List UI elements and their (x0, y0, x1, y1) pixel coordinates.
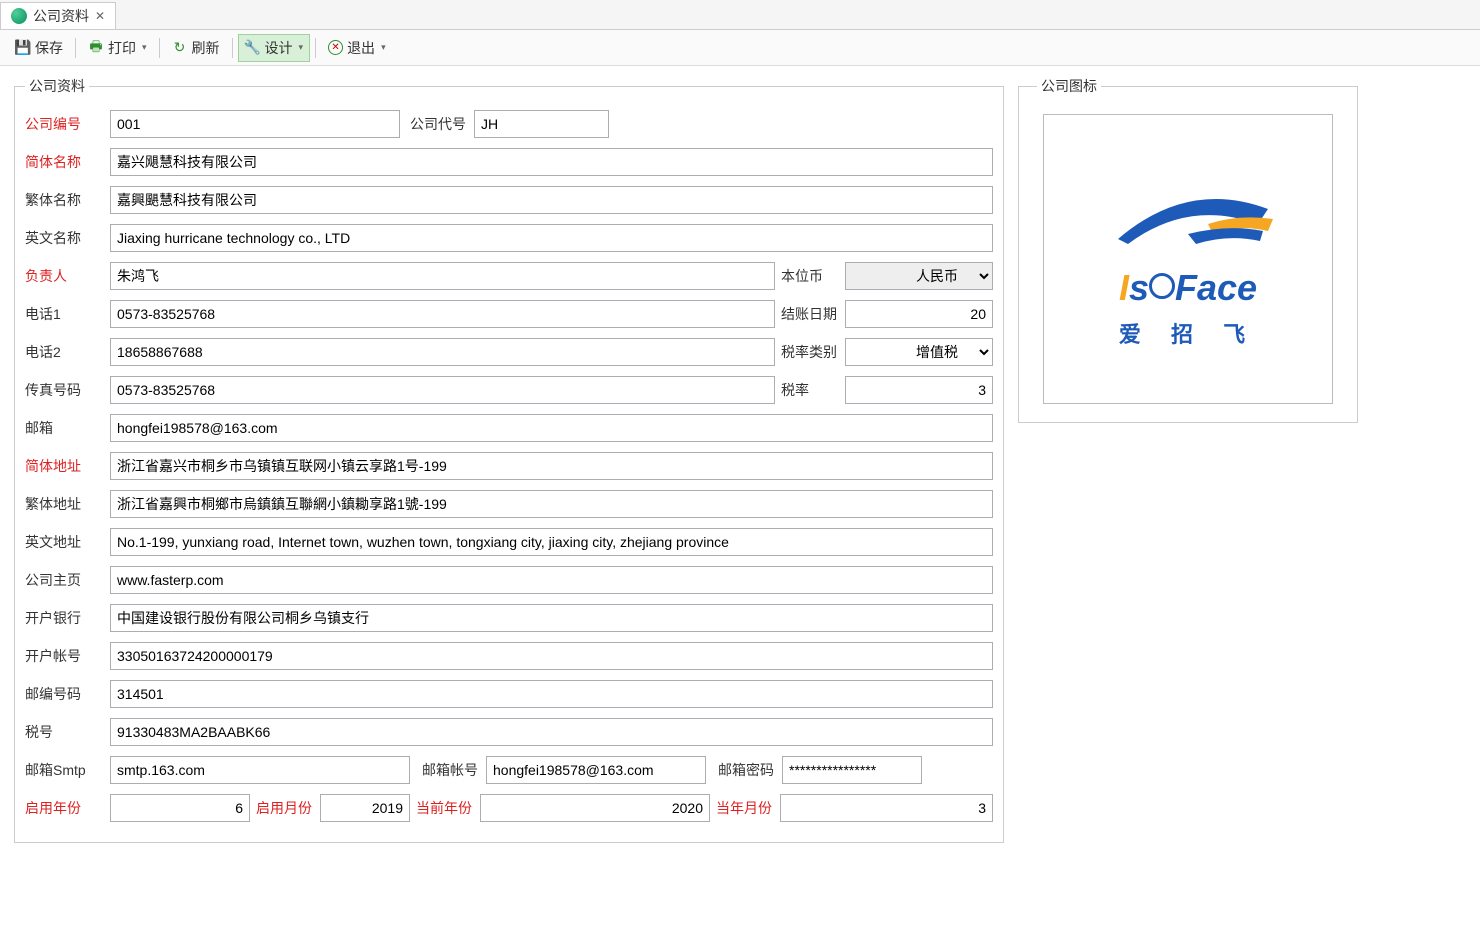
tab-bar: 公司资料 ✕ (0, 0, 1480, 30)
label-name-simp: 简体名称 (25, 152, 110, 172)
label-email-account: 邮箱帐号 (416, 760, 486, 780)
group-right-legend: 公司图标 (1037, 76, 1101, 96)
label-account: 开户帐号 (25, 646, 110, 666)
label-smtp: 邮箱Smtp (25, 760, 110, 780)
label-postcode: 邮编号码 (25, 684, 110, 704)
company-logo[interactable]: IsFace 爱 招 飞 (1043, 114, 1333, 404)
refresh-icon: ↻ (172, 40, 188, 56)
label-company-no: 公司编号 (25, 114, 110, 134)
label-tax-category: 税率类别 (775, 342, 845, 362)
label-email: 邮箱 (25, 418, 110, 438)
label-base-currency: 本位币 (775, 266, 845, 286)
phone2-input[interactable] (110, 338, 775, 366)
chevron-down-icon: ▾ (299, 42, 304, 53)
label-addr-trad: 繁体地址 (25, 494, 110, 514)
current-month-input[interactable] (780, 794, 993, 822)
email-input[interactable] (110, 414, 993, 442)
company-code-input[interactable] (474, 110, 609, 138)
tax-no-input[interactable] (110, 718, 993, 746)
label-current-month: 当年月份 (710, 798, 780, 818)
label-enable-month: 启用月份 (250, 798, 320, 818)
logo-sub-text: 爱 招 飞 (1119, 317, 1257, 349)
toolbar: 💾 保存 🖶 打印 ▾ ↻ 刷新 🔧 设计 ▾ ✕ 退出 ▾ (0, 30, 1480, 66)
tab-company-info[interactable]: 公司资料 ✕ (0, 2, 116, 29)
addr-en-input[interactable] (110, 528, 993, 556)
principal-input[interactable] (110, 262, 775, 290)
label-company-code: 公司代号 (404, 114, 474, 134)
name-simp-input[interactable] (110, 148, 993, 176)
closing-date-input[interactable] (845, 300, 993, 328)
exit-button[interactable]: ✕ 退出 ▾ (321, 34, 393, 62)
label-enable-year: 启用年份 (25, 798, 110, 818)
label-homepage: 公司主页 (25, 570, 110, 590)
postcode-input[interactable] (110, 680, 993, 708)
separator (75, 38, 76, 58)
content-area: 公司资料 公司编号 公司代号 简体名称 繁体名称 英文名称 负责人 本位币 人民… (0, 66, 1480, 853)
base-currency-select[interactable]: 人民币 (845, 262, 993, 290)
bank-input[interactable] (110, 604, 993, 632)
label-current-year: 当前年份 (410, 798, 480, 818)
name-en-input[interactable] (110, 224, 993, 252)
homepage-input[interactable] (110, 566, 993, 594)
label-phone2: 电话2 (25, 342, 110, 362)
label-name-en: 英文名称 (25, 228, 110, 248)
enable-year-input[interactable] (110, 794, 250, 822)
enable-month-input[interactable] (320, 794, 410, 822)
save-icon: 💾 (15, 40, 31, 56)
label-principal: 负责人 (25, 266, 110, 286)
fax-input[interactable] (110, 376, 775, 404)
smtp-input[interactable] (110, 756, 410, 784)
logo-swoosh-icon (1088, 169, 1288, 259)
design-button[interactable]: 🔧 设计 ▾ (238, 34, 311, 62)
wrench-icon: 🔧 (245, 40, 261, 56)
label-closing-date: 结账日期 (775, 304, 845, 324)
design-label: 设计 (265, 38, 293, 58)
label-bank: 开户银行 (25, 608, 110, 628)
label-addr-simp: 简体地址 (25, 456, 110, 476)
phone1-input[interactable] (110, 300, 775, 328)
account-input[interactable] (110, 642, 993, 670)
current-year-input[interactable] (480, 794, 710, 822)
print-label: 打印 (108, 38, 136, 58)
name-trad-input[interactable] (110, 186, 993, 214)
tab-title: 公司资料 (33, 6, 89, 26)
exit-icon: ✕ (328, 40, 343, 55)
tax-category-select[interactable]: 增值税 (845, 338, 993, 366)
label-addr-en: 英文地址 (25, 532, 110, 552)
globe-icon (11, 8, 27, 24)
separator (315, 38, 316, 58)
label-phone1: 电话1 (25, 304, 110, 324)
exit-label: 退出 (347, 38, 375, 58)
label-fax: 传真号码 (25, 380, 110, 400)
company-logo-group: 公司图标 IsFace 爱 招 飞 (1018, 76, 1358, 423)
chevron-down-icon: ▾ (381, 42, 386, 53)
refresh-button[interactable]: ↻ 刷新 (165, 34, 227, 62)
refresh-label: 刷新 (192, 38, 220, 58)
close-icon[interactable]: ✕ (95, 9, 105, 23)
addr-simp-input[interactable] (110, 452, 993, 480)
label-email-pwd: 邮箱密码 (712, 760, 782, 780)
label-tax-no: 税号 (25, 722, 110, 742)
email-pwd-input[interactable] (782, 756, 922, 784)
print-button[interactable]: 🖶 打印 ▾ (81, 34, 154, 62)
label-name-trad: 繁体名称 (25, 190, 110, 210)
group-left-legend: 公司资料 (25, 76, 89, 96)
company-info-group: 公司资料 公司编号 公司代号 简体名称 繁体名称 英文名称 负责人 本位币 人民… (14, 76, 1004, 843)
separator (232, 38, 233, 58)
print-icon: 🖶 (88, 40, 104, 56)
chevron-down-icon: ▾ (142, 42, 147, 53)
tax-rate-input[interactable] (845, 376, 993, 404)
separator (159, 38, 160, 58)
label-tax-rate: 税率 (775, 380, 845, 400)
company-no-input[interactable] (110, 110, 400, 138)
save-button[interactable]: 💾 保存 (8, 34, 70, 62)
addr-trad-input[interactable] (110, 490, 993, 518)
logo-brand-text: IsFace (1119, 267, 1257, 309)
email-account-input[interactable] (486, 756, 706, 784)
save-label: 保存 (35, 38, 63, 58)
